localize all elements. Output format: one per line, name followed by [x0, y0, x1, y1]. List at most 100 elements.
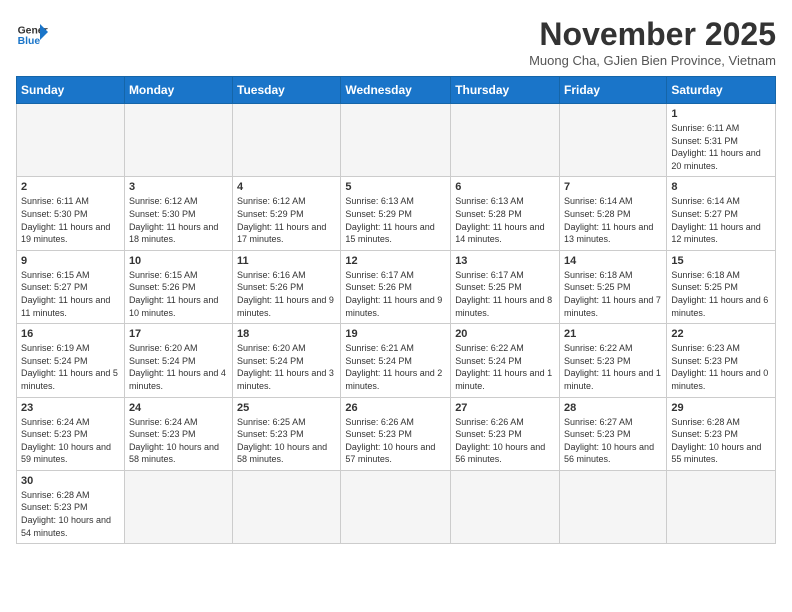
day-number: 21 [564, 328, 662, 340]
calendar-day-cell: 20 Sunrise: 6:22 AM Sunset: 5:24 PM Dayli… [451, 324, 560, 397]
weekday-header-monday: Monday [124, 77, 232, 104]
day-number: 6 [455, 181, 555, 193]
calendar-day-cell: 27 Sunrise: 6:26 AM Sunset: 5:23 PM Dayli… [451, 397, 560, 470]
calendar-day-cell: 5 Sunrise: 6:13 AM Sunset: 5:29 PM Daylig… [341, 177, 451, 250]
calendar-day-cell: 23 Sunrise: 6:24 AM Sunset: 5:23 PM Dayli… [17, 397, 125, 470]
day-info: Sunrise: 6:17 AM Sunset: 5:26 PM Dayligh… [345, 269, 446, 319]
calendar-day-cell [124, 104, 232, 177]
calendar-day-cell: 2Sunrise: 6:11 AM Sunset: 5:30 PM Daylig… [17, 177, 125, 250]
calendar-week-row: 16Sunrise: 6:19 AM Sunset: 5:24 PM Dayli… [17, 324, 776, 397]
day-number: 24 [129, 402, 228, 414]
calendar-day-cell: 13Sunrise: 6:17 AM Sunset: 5:25 PM Dayli… [451, 250, 560, 323]
day-info: Sunrise: 6:28 AM Sunset: 5:23 PM Dayligh… [21, 489, 120, 539]
month-title: November 2025 [529, 16, 776, 53]
day-info: Sunrise: 6:14 AM Sunset: 5:28 PM Dayligh… [564, 195, 662, 245]
calendar-day-cell: 25 Sunrise: 6:25 AM Sunset: 5:23 PM Dayli… [233, 397, 341, 470]
page-header: General Blue November 2025 Muong Cha, GJ… [16, 16, 776, 68]
day-number: 13 [455, 255, 555, 267]
calendar-day-cell: 12Sunrise: 6:17 AM Sunset: 5:26 PM Dayli… [341, 250, 451, 323]
calendar-day-cell: 19 Sunrise: 6:21 AM Sunset: 5:24 PM Dayli… [341, 324, 451, 397]
day-info: Sunrise: 6:16 AM Sunset: 5:26 PM Dayligh… [237, 269, 336, 319]
calendar-day-cell [233, 470, 341, 543]
calendar-day-cell [451, 470, 560, 543]
calendar-day-cell: 7 Sunrise: 6:14 AM Sunset: 5:28 PM Daylig… [560, 177, 667, 250]
calendar-day-cell: 15 Sunrise: 6:18 AM Sunset: 5:25 PM Dayli… [667, 250, 776, 323]
day-number: 20 [455, 328, 555, 340]
calendar-day-cell: 29 Sunrise: 6:28 AM Sunset: 5:23 PM Dayli… [667, 397, 776, 470]
day-number: 25 [237, 402, 336, 414]
day-info: Sunrise: 6:24 AM Sunset: 5:23 PM Dayligh… [129, 416, 228, 466]
day-info: Sunrise: 6:28 AM Sunset: 5:23 PM Dayligh… [671, 416, 771, 466]
day-number: 27 [455, 402, 555, 414]
day-number: 7 [564, 181, 662, 193]
day-info: Sunrise: 6:11 AM Sunset: 5:31 PM Dayligh… [671, 122, 771, 172]
day-info: Sunrise: 6:12 AM Sunset: 5:29 PM Dayligh… [237, 195, 336, 245]
day-info: Sunrise: 6:22 AM Sunset: 5:23 PM Dayligh… [564, 342, 662, 392]
day-number: 28 [564, 402, 662, 414]
day-number: 19 [345, 328, 446, 340]
calendar-day-cell: 30 Sunrise: 6:28 AM Sunset: 5:23 PM Dayli… [17, 470, 125, 543]
day-number: 3 [129, 181, 228, 193]
day-info: Sunrise: 6:23 AM Sunset: 5:23 PM Dayligh… [671, 342, 771, 392]
day-info: Sunrise: 6:20 AM Sunset: 5:24 PM Dayligh… [129, 342, 228, 392]
logo: General Blue [16, 16, 48, 48]
day-number: 15 [671, 255, 771, 267]
day-info: Sunrise: 6:27 AM Sunset: 5:23 PM Dayligh… [564, 416, 662, 466]
calendar-day-cell: 9Sunrise: 6:15 AM Sunset: 5:27 PM Daylig… [17, 250, 125, 323]
calendar-day-cell: 6 Sunrise: 6:13 AM Sunset: 5:28 PM Daylig… [451, 177, 560, 250]
day-number: 8 [671, 181, 771, 193]
day-number: 29 [671, 402, 771, 414]
day-info: Sunrise: 6:21 AM Sunset: 5:24 PM Dayligh… [345, 342, 446, 392]
day-number: 30 [21, 475, 120, 487]
day-number: 26 [345, 402, 446, 414]
day-info: Sunrise: 6:26 AM Sunset: 5:23 PM Dayligh… [455, 416, 555, 466]
calendar-day-cell: 22 Sunrise: 6:23 AM Sunset: 5:23 PM Dayli… [667, 324, 776, 397]
logo-icon: General Blue [16, 16, 48, 48]
calendar-day-cell: 4 Sunrise: 6:12 AM Sunset: 5:29 PM Daylig… [233, 177, 341, 250]
calendar-day-cell [341, 104, 451, 177]
day-number: 22 [671, 328, 771, 340]
day-info: Sunrise: 6:22 AM Sunset: 5:24 PM Dayligh… [455, 342, 555, 392]
calendar-day-cell: 10 Sunrise: 6:15 AM Sunset: 5:26 PM Dayli… [124, 250, 232, 323]
weekday-header-sunday: Sunday [17, 77, 125, 104]
calendar-week-row: 2Sunrise: 6:11 AM Sunset: 5:30 PM Daylig… [17, 177, 776, 250]
calendar-day-cell [560, 470, 667, 543]
day-number: 23 [21, 402, 120, 414]
calendar-day-cell: 11 Sunrise: 6:16 AM Sunset: 5:26 PM Dayli… [233, 250, 341, 323]
day-info: Sunrise: 6:19 AM Sunset: 5:24 PM Dayligh… [21, 342, 120, 392]
day-number: 18 [237, 328, 336, 340]
day-number: 11 [237, 255, 336, 267]
location-subtitle: Muong Cha, GJien Bien Province, Vietnam [529, 53, 776, 68]
day-info: Sunrise: 6:25 AM Sunset: 5:23 PM Dayligh… [237, 416, 336, 466]
day-number: 4 [237, 181, 336, 193]
calendar-day-cell: 1Sunrise: 6:11 AM Sunset: 5:31 PM Daylig… [667, 104, 776, 177]
weekday-header-saturday: Saturday [667, 77, 776, 104]
day-info: Sunrise: 6:26 AM Sunset: 5:23 PM Dayligh… [345, 416, 446, 466]
calendar-day-cell: 18 Sunrise: 6:20 AM Sunset: 5:24 PM Dayli… [233, 324, 341, 397]
calendar-day-cell: 3Sunrise: 6:12 AM Sunset: 5:30 PM Daylig… [124, 177, 232, 250]
calendar-day-cell [560, 104, 667, 177]
calendar-day-cell: 17Sunrise: 6:20 AM Sunset: 5:24 PM Dayli… [124, 324, 232, 397]
day-info: Sunrise: 6:13 AM Sunset: 5:29 PM Dayligh… [345, 195, 446, 245]
calendar-day-cell: 8Sunrise: 6:14 AM Sunset: 5:27 PM Daylig… [667, 177, 776, 250]
day-info: Sunrise: 6:18 AM Sunset: 5:25 PM Dayligh… [671, 269, 771, 319]
weekday-header-thursday: Thursday [451, 77, 560, 104]
day-info: Sunrise: 6:20 AM Sunset: 5:24 PM Dayligh… [237, 342, 336, 392]
calendar-day-cell: 28 Sunrise: 6:27 AM Sunset: 5:23 PM Dayli… [560, 397, 667, 470]
calendar-day-cell: 24 Sunrise: 6:24 AM Sunset: 5:23 PM Dayli… [124, 397, 232, 470]
day-info: Sunrise: 6:24 AM Sunset: 5:23 PM Dayligh… [21, 416, 120, 466]
weekday-header-tuesday: Tuesday [233, 77, 341, 104]
calendar-day-cell: 21 Sunrise: 6:22 AM Sunset: 5:23 PM Dayli… [560, 324, 667, 397]
calendar-day-cell: 16Sunrise: 6:19 AM Sunset: 5:24 PM Dayli… [17, 324, 125, 397]
calendar-day-cell [124, 470, 232, 543]
day-number: 10 [129, 255, 228, 267]
day-info: Sunrise: 6:15 AM Sunset: 5:26 PM Dayligh… [129, 269, 228, 319]
day-number: 14 [564, 255, 662, 267]
calendar-day-cell [17, 104, 125, 177]
svg-text:Blue: Blue [18, 36, 41, 47]
weekday-header-wednesday: Wednesday [341, 77, 451, 104]
day-info: Sunrise: 6:13 AM Sunset: 5:28 PM Dayligh… [455, 195, 555, 245]
calendar-day-cell: 26 Sunrise: 6:26 AM Sunset: 5:23 PM Dayli… [341, 397, 451, 470]
day-number: 2 [21, 181, 120, 193]
day-number: 5 [345, 181, 446, 193]
